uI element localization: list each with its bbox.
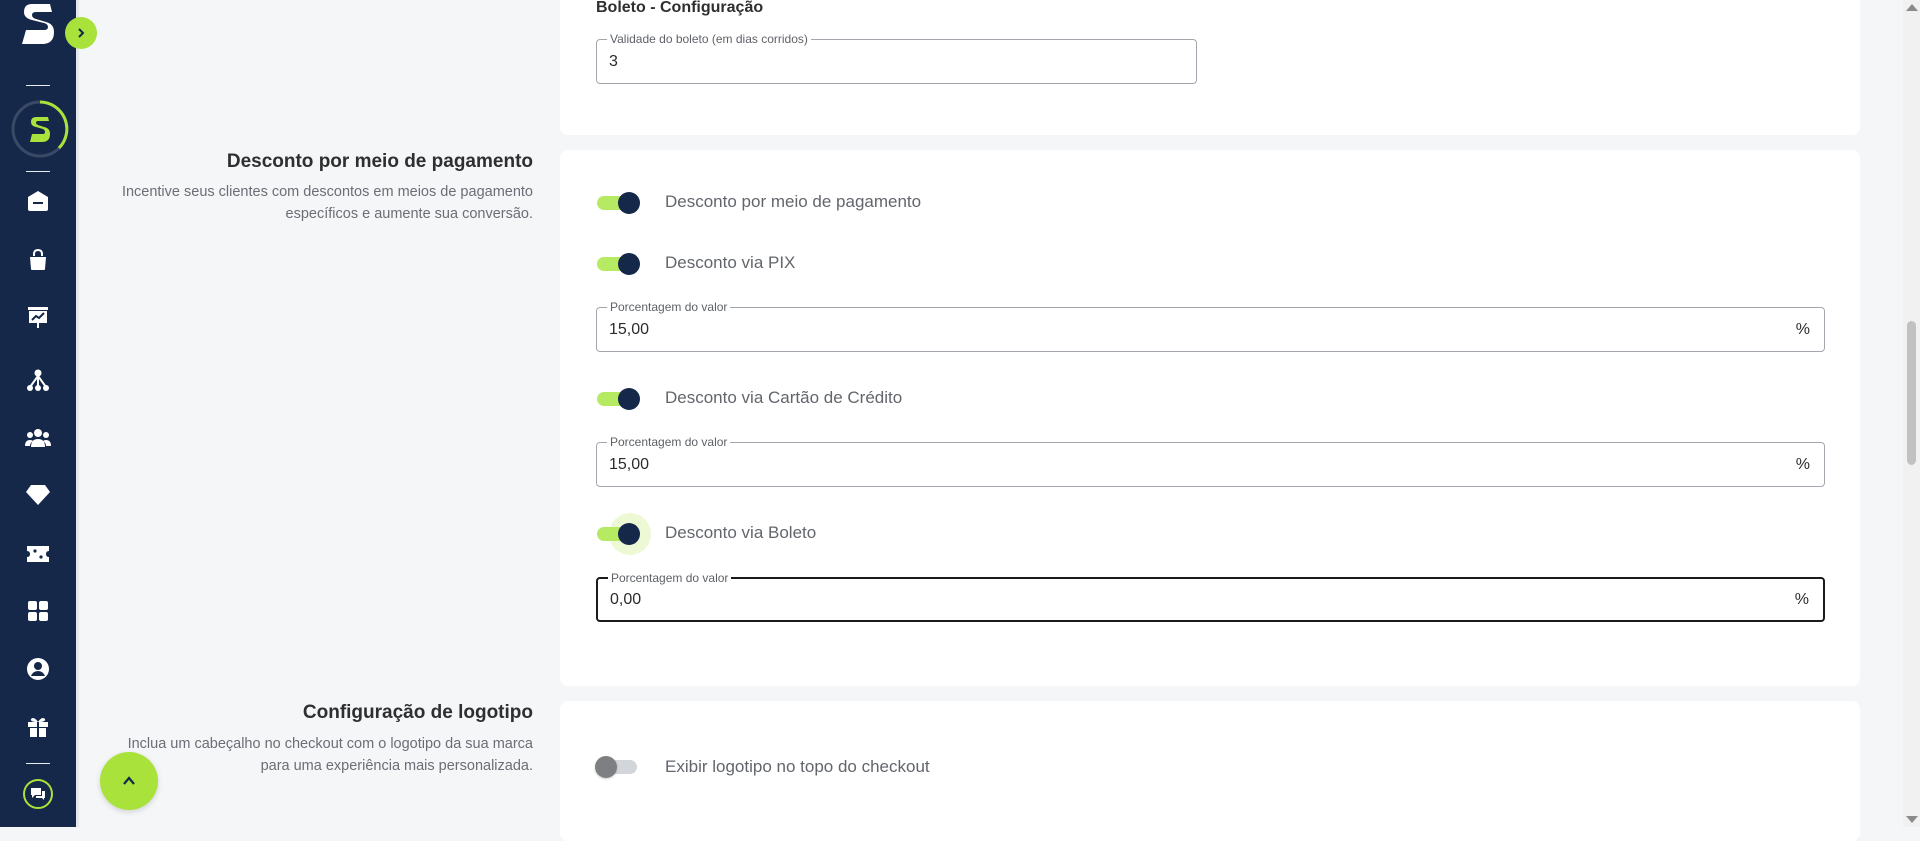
toggle-knob [618, 253, 640, 275]
boleto-percentage-field[interactable]: Porcentagem do valor 0,00 % [596, 571, 1825, 622]
percent-suffix: % [1795, 320, 1810, 338]
sidebar-divider [26, 763, 50, 764]
shopping-bag-icon[interactable] [24, 246, 52, 274]
field-label: Porcentagem do valor [607, 435, 731, 449]
pix-discount-toggle[interactable] [597, 249, 641, 279]
discount-section-description: Incentive seus clientes com descontos em… [121, 184, 533, 222]
logo-display-toggle-label: Exibir logotipo no topo do checkout [665, 757, 930, 776]
logo-section-title: Configuração de logotipo [302, 702, 533, 723]
toggle-knob [618, 192, 640, 214]
boleto-config-title: Boleto - Configuração [596, 0, 764, 16]
boleto-validity-field[interactable]: Validade do boleto (em dias corridos) 3 [596, 32, 1197, 84]
sidebar-expand-button[interactable] [65, 17, 97, 49]
field-label: Validade do boleto (em dias corridos) [607, 32, 811, 46]
discount-main-toggle[interactable] [597, 188, 641, 218]
toggle-knob [595, 756, 617, 778]
sidebar-divider [26, 171, 50, 172]
user-circle-icon[interactable] [24, 655, 52, 683]
presentation-chart-icon[interactable] [24, 303, 52, 331]
field-value[interactable]: 0,00 [610, 591, 641, 609]
logo-section-description: Inclua um cabeçalho no checkout com o lo… [127, 736, 533, 774]
gift-icon[interactable] [24, 713, 52, 741]
field-value[interactable]: 3 [609, 53, 618, 71]
field-value[interactable]: 15,00 [609, 321, 649, 339]
percent-suffix: % [1794, 590, 1809, 608]
field-label: Porcentagem do valor [608, 571, 732, 585]
boleto-discount-toggle[interactable] [597, 513, 651, 555]
toggle-knob [618, 388, 640, 410]
diamond-icon[interactable] [24, 481, 52, 509]
pix-discount-toggle-label: Desconto via PIX [665, 253, 796, 272]
card-discount-toggle-label: Desconto via Cartão de Crédito [665, 388, 903, 407]
progress-ring-logo[interactable] [10, 99, 70, 159]
card-percentage-field[interactable]: Porcentagem do valor 15,00 % [596, 435, 1825, 487]
toggle-knob [618, 523, 640, 545]
network-icon[interactable] [24, 366, 52, 394]
sidebar-divider [26, 85, 50, 86]
card-discount-toggle[interactable] [597, 384, 641, 414]
users-icon[interactable] [24, 424, 52, 452]
apps-grid-icon[interactable] [24, 597, 52, 625]
sidebar [0, 0, 79, 827]
boleto-discount-toggle-label: Desconto via Boleto [665, 523, 817, 542]
brand-logo[interactable] [20, 2, 60, 46]
page-scrollbar[interactable] [1903, 0, 1920, 827]
ticket-icon[interactable] [24, 540, 52, 568]
chevron-up-icon [123, 776, 135, 785]
chat-icon[interactable] [23, 779, 53, 809]
scroll-to-top-button[interactable] [100, 752, 158, 810]
percent-suffix: % [1795, 455, 1810, 473]
home-icon[interactable] [24, 187, 52, 215]
scroll-down-arrow-icon[interactable] [1906, 816, 1918, 823]
discount-section-title: Desconto por meio de pagamento [226, 151, 533, 172]
discount-main-toggle-label: Desconto por meio de pagamento [665, 192, 922, 211]
field-label: Porcentagem do valor [607, 300, 731, 314]
scrollbar-thumb[interactable] [1907, 321, 1916, 465]
scroll-up-arrow-icon[interactable] [1906, 4, 1918, 11]
pix-percentage-field[interactable]: Porcentagem do valor 15,00 % [596, 300, 1825, 352]
logo-display-toggle[interactable] [595, 752, 641, 782]
field-value[interactable]: 15,00 [609, 456, 649, 474]
